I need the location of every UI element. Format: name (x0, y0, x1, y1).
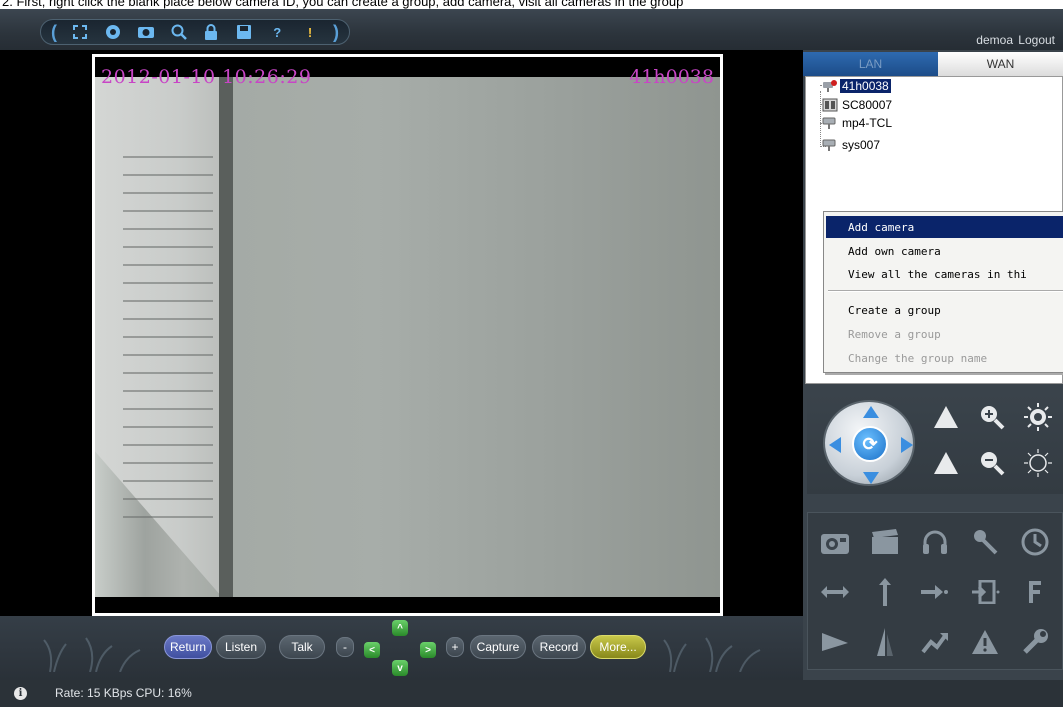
clapper-icon[interactable] (868, 525, 902, 559)
toolbar: ( ? ! ) (40, 19, 350, 45)
menu-item-add-camera[interactable]: Add camera (826, 216, 1063, 238)
camera-icon (822, 117, 836, 129)
arrow-up-icon[interactable] (863, 406, 879, 418)
status-text: Rate: 15 KBps CPU: 16% (55, 686, 192, 700)
info-icon: i (14, 687, 27, 700)
warning-icon[interactable] (968, 625, 1002, 659)
headphones-icon[interactable] (918, 525, 952, 559)
zoom-plus-button[interactable]: + (446, 637, 464, 657)
move-right-icon[interactable] (918, 575, 952, 609)
menu-item-remove-group: Remove a group (848, 327, 941, 341)
status-bar: i Rate: 15 KBps CPU: 16% (0, 680, 1063, 707)
tree-connector (820, 91, 821, 147)
arrow-left-icon[interactable] (829, 437, 841, 453)
input-icon[interactable] (968, 575, 1002, 609)
tree-item-camera[interactable]: mp4-TCL (840, 115, 894, 131)
record-icon[interactable] (103, 21, 123, 43)
top-bar: ( ? ! ) demoa Logout (0, 9, 1063, 50)
zoom-out-icon[interactable] (977, 448, 1007, 478)
username-label: demoa (976, 33, 1013, 47)
tree-item-label: sys007 (842, 138, 881, 152)
help-icon[interactable]: ? (267, 21, 287, 43)
tree-item-label: 41h0038 (840, 79, 891, 93)
function-f-icon[interactable] (1018, 575, 1052, 609)
trend-arrow-icon[interactable] (918, 625, 952, 659)
video-frame: 2012-01-10 10:26:29 41h0038 (92, 54, 723, 616)
more-button[interactable]: More... (590, 635, 646, 659)
camera-online-icon (823, 80, 837, 92)
video-camera-id: 41h0038 (629, 66, 714, 88)
flag-right-icon[interactable] (818, 625, 852, 659)
caption-text: 2. First, right click the blank place be… (2, 0, 684, 9)
context-menu: Add camera Add own camera View all the c… (823, 211, 1063, 373)
pan-down-button[interactable]: v (392, 660, 408, 676)
menu-separator (828, 290, 1063, 292)
menu-item-change-group-name: Change the group name (848, 351, 988, 365)
brightness-up-icon[interactable] (1023, 402, 1053, 432)
tilt-down-icon[interactable] (931, 448, 961, 478)
save-icon[interactable] (234, 21, 254, 43)
function-grid (807, 512, 1063, 670)
mirror-icon[interactable] (868, 625, 902, 659)
video-area: 2012-01-10 10:26:29 41h0038 Return Liste… (0, 50, 803, 680)
tab-wan[interactable]: WAN (938, 52, 1063, 76)
pan-right-button[interactable]: > (420, 642, 436, 658)
tree-item-label: SC80007 (842, 98, 893, 112)
menu-item-view-all-cameras[interactable]: View all the cameras in thi (826, 263, 1063, 285)
tree-item-camera[interactable]: 41h0038 (840, 78, 891, 94)
camera-icon (822, 139, 836, 151)
toolbar-left-bracket: ( (51, 22, 57, 42)
video-view[interactable]: 2012-01-10 10:26:29 41h0038 (95, 57, 720, 613)
ptz-auto-rotate-icon[interactable]: ⟳ (852, 426, 888, 462)
camera-icon[interactable] (136, 21, 156, 43)
microphone-icon[interactable] (968, 525, 1002, 559)
horizontal-flip-icon[interactable] (818, 575, 852, 609)
menu-item-add-own-camera[interactable]: Add own camera (826, 240, 1063, 262)
zoom-minus-button[interactable]: - (336, 637, 354, 657)
logout-link[interactable]: Logout (1018, 33, 1055, 47)
arrow-right-icon[interactable] (901, 437, 913, 453)
snapshot-icon[interactable] (818, 525, 852, 559)
zoom-in-icon[interactable] (977, 402, 1007, 432)
timer-icon[interactable] (1018, 525, 1052, 559)
toolbar-right-bracket: ) (333, 22, 339, 42)
tilt-up-icon[interactable] (931, 402, 961, 432)
caption-strip: 2. First, right click the blank place be… (0, 0, 1063, 9)
ptz-joystick[interactable]: ⟳ (823, 400, 915, 486)
talk-button[interactable]: Talk (279, 635, 325, 659)
ptz-panel: ⟳ (807, 394, 1063, 494)
right-panel: LAN WAN 41h0038 SC80007 mp4-TCL sys007 A… (803, 50, 1063, 680)
device-box-icon (822, 98, 838, 112)
tree-item-camera[interactable]: SC80007 (840, 97, 894, 113)
video-paper-marks (123, 147, 213, 527)
pan-left-button[interactable]: < (364, 642, 380, 658)
fullscreen-icon[interactable] (70, 21, 90, 43)
tree-item-camera[interactable]: sys007 (840, 137, 882, 153)
tree-item-label: mp4-TCL (842, 116, 893, 130)
lock-icon[interactable] (202, 21, 222, 43)
video-paper-edge (219, 77, 233, 597)
capture-button[interactable]: Capture (470, 635, 526, 659)
info-icon[interactable]: ! (300, 21, 320, 43)
return-button[interactable]: Return (164, 635, 212, 659)
network-tabs: LAN WAN (803, 52, 1063, 76)
camera-tree[interactable]: 41h0038 SC80007 mp4-TCL sys007 Add camer… (805, 76, 1063, 384)
grass-decoration-right (663, 637, 761, 672)
grass-decoration-left (43, 637, 141, 672)
listen-button[interactable]: Listen (216, 635, 266, 659)
video-timestamp: 2012-01-10 10:26:29 (101, 66, 312, 88)
vertical-flip-icon[interactable] (868, 575, 902, 609)
record-button[interactable]: Record (532, 635, 586, 659)
pan-up-button[interactable]: ^ (392, 620, 408, 636)
menu-item-create-group[interactable]: Create a group (826, 299, 1063, 321)
brightness-down-icon[interactable] (1023, 448, 1053, 478)
tab-lan[interactable]: LAN (803, 52, 938, 76)
arrow-down-icon[interactable] (863, 472, 879, 484)
search-icon[interactable] (169, 21, 189, 43)
control-bar: Return Listen Talk - < ^ v > + Capture R… (0, 616, 803, 680)
wrench-icon[interactable] (1018, 625, 1052, 659)
